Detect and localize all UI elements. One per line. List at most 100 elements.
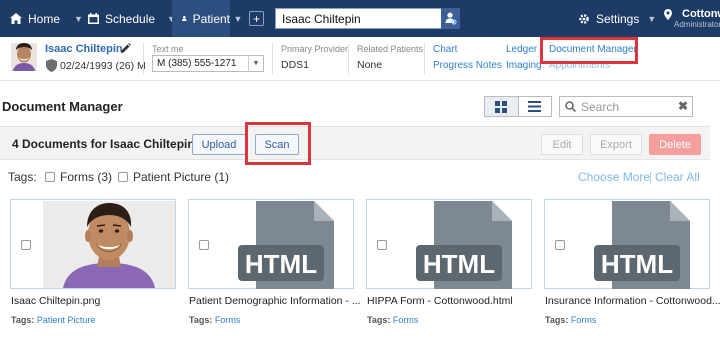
user-icon: [182, 16, 187, 22]
patient-header: Isaac Chiltepin 02/24/1993 (26) M Text m…: [0, 37, 720, 81]
nav-schedule[interactable]: Schedule ▼: [88, 0, 176, 37]
patient-name[interactable]: Isaac Chiltepin: [45, 43, 123, 55]
plus-icon: +: [252, 11, 260, 26]
related-patients-value: None: [357, 59, 383, 71]
document-select-checkbox[interactable]: [199, 240, 209, 250]
document-tags: Tags: Patient Picture: [11, 315, 95, 325]
patient-search-input[interactable]: Isaac Chiltepin: [275, 8, 460, 29]
close-icon[interactable]: ✖: [678, 99, 688, 113]
document-tags-prefix: Tags:: [11, 315, 35, 325]
related-patients-label: Related Patients: [357, 44, 424, 54]
avatar[interactable]: [11, 43, 37, 71]
document-count: 4 Documents for Isaac Chiltepin: [12, 137, 195, 151]
divider: [272, 43, 273, 75]
highlight-box-document-manager: [540, 37, 638, 64]
nav-location[interactable]: Cottonwood Administrator: [664, 0, 720, 37]
document-card[interactable]: HTML: [544, 199, 710, 289]
patient-search-button[interactable]: [441, 8, 460, 29]
grid-view-button[interactable]: [485, 97, 519, 116]
tag-filter-checkbox-patient-picture[interactable]: [118, 172, 128, 182]
page-title: Document Manager: [2, 99, 123, 114]
primary-provider-label: Primary Provider: [281, 44, 349, 54]
document-select-checkbox[interactable]: [555, 240, 565, 250]
document-card[interactable]: [10, 199, 176, 289]
choose-more-link[interactable]: Choose More: [578, 170, 650, 184]
nav-patient-label: Patient: [192, 11, 230, 26]
nav-schedule-label: Schedule: [105, 11, 156, 26]
add-patient-button[interactable]: +: [249, 11, 264, 26]
html-file-icon: HTML: [416, 201, 512, 289]
location-role: Administrator: [674, 20, 720, 29]
html-file-icon: HTML: [238, 201, 334, 289]
file-type-badge: HTML: [601, 249, 673, 279]
home-icon: [10, 13, 22, 24]
document-tags-prefix: Tags:: [189, 315, 213, 325]
document-tag[interactable]: Forms: [215, 315, 241, 325]
divider: [348, 43, 349, 75]
document-tag[interactable]: Forms: [571, 315, 597, 325]
document-tag[interactable]: Patient Picture: [37, 315, 96, 325]
document-card[interactable]: HTML: [366, 199, 532, 289]
primary-provider-value: DDS1: [281, 59, 310, 71]
tags-label: Tags:: [8, 170, 37, 184]
text-me-select[interactable]: M (385) 555-1271 ▼: [152, 55, 264, 72]
nav-patient[interactable]: Patient: [172, 0, 230, 37]
tag-filter-checkbox-forms[interactable]: [45, 172, 55, 182]
divider: [424, 43, 425, 75]
document-card[interactable]: HTML: [188, 199, 354, 289]
file-type-badge: HTML: [423, 249, 495, 279]
patient-menu-toggle[interactable]: ▼: [230, 0, 246, 37]
search-placeholder: Search: [581, 99, 620, 114]
link-progress-notes[interactable]: Progress Notes: [433, 60, 502, 71]
user-search-icon: [445, 12, 457, 25]
document-name[interactable]: Isaac Chiltepin.png: [11, 295, 100, 307]
list-icon: [528, 101, 542, 112]
chevron-down-icon: ▼: [647, 13, 657, 24]
edit-button[interactable]: Edit: [541, 134, 583, 155]
document-name[interactable]: Insurance Information - Cottonwood...: [545, 295, 720, 307]
document-tag[interactable]: Forms: [393, 315, 419, 325]
tag-filter-forms[interactable]: Forms (3): [60, 170, 112, 184]
grid-icon: [495, 100, 508, 113]
list-view-button[interactable]: [519, 97, 552, 116]
text-me-value: M (385) 555-1271: [157, 58, 237, 69]
chevron-down-icon: ▼: [233, 13, 243, 24]
link-chart[interactable]: Chart: [433, 44, 457, 55]
chevron-down-icon[interactable]: ▼: [74, 14, 83, 24]
link-ledger[interactable]: Ledger: [506, 44, 537, 55]
link-imaging[interactable]: Imaging: [506, 60, 542, 71]
html-file-icon: HTML: [594, 201, 690, 289]
text-me-label: Text me: [152, 44, 184, 54]
gear-icon: [579, 13, 589, 24]
document-name[interactable]: Patient Demographic Information - ...: [189, 295, 361, 307]
delete-button[interactable]: Delete: [649, 134, 701, 155]
highlight-box-scan: [245, 122, 311, 165]
document-tags: Tags: Forms: [545, 315, 596, 325]
chevron-down-icon: ▼: [248, 56, 263, 71]
file-type-badge: HTML: [245, 249, 317, 279]
document-select-checkbox[interactable]: [377, 240, 387, 250]
shield-icon: [46, 59, 57, 72]
divider: [143, 43, 144, 75]
location-pin-icon: [664, 8, 672, 20]
search-icon: [565, 101, 576, 112]
patient-dob: 02/24/1993 (26) M: [60, 60, 146, 72]
patient-photo-thumbnail: [11, 43, 37, 71]
document-tags-prefix: Tags:: [545, 315, 569, 325]
document-search-input[interactable]: Search ✖: [559, 96, 693, 117]
documents-toolbar: 4 Documents for Isaac Chiltepin Upload S…: [0, 126, 710, 160]
document-select-checkbox[interactable]: [21, 240, 31, 250]
nav-home[interactable]: Home ▼: [10, 0, 83, 37]
document-name[interactable]: HIPPA Form - Cottonwood.html: [367, 295, 513, 307]
pencil-icon[interactable]: [120, 43, 131, 54]
nav-settings[interactable]: Settings ▼: [578, 0, 656, 37]
nav-settings-label: Settings: [596, 11, 640, 26]
tag-filter-patient-picture[interactable]: Patient Picture (1): [133, 170, 229, 184]
upload-button[interactable]: Upload: [192, 134, 246, 155]
document-tags: Tags: Forms: [189, 315, 240, 325]
view-toggle: [484, 96, 552, 117]
location-name: Cottonwood: [682, 8, 720, 20]
document-thumbnail-photo: [43, 201, 175, 288]
export-button[interactable]: Export: [590, 134, 642, 155]
clear-all-link[interactable]: Clear All: [655, 170, 700, 184]
